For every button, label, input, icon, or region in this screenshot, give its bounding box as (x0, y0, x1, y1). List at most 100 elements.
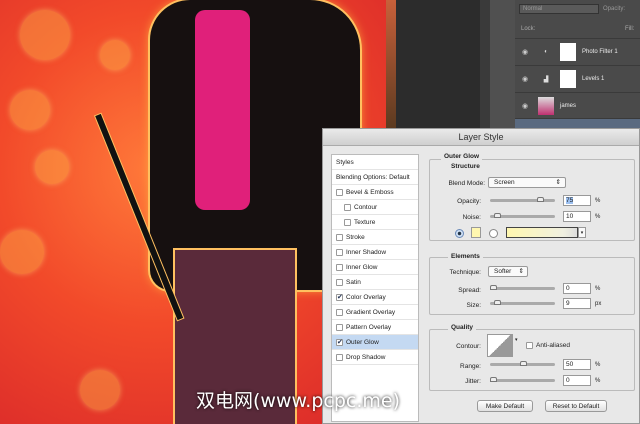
spread-slider[interactable] (490, 285, 555, 290)
glow-color-swatch[interactable] (471, 227, 481, 238)
reset-to-default-button[interactable]: Reset to Default (545, 400, 607, 412)
gradient-picker[interactable] (506, 227, 578, 238)
checkbox[interactable] (336, 353, 343, 361)
noise-label: Noise: (462, 214, 481, 221)
layer-thumbnail (538, 96, 554, 115)
style-label: Drop Shadow (346, 353, 386, 361)
style-item-gradient-overlay[interactable]: Gradient Overlay (332, 305, 418, 320)
bokeh-light (80, 370, 120, 410)
layer-mask-thumbnail (560, 70, 576, 88)
layer-name: Photo Filter 1 (582, 49, 618, 55)
style-label: Inner Glow (346, 263, 378, 271)
style-item-inner-shadow[interactable]: Inner Shadow (332, 245, 418, 260)
jitter-slider[interactable] (490, 377, 555, 382)
photo-filter-icon: ◐ (544, 49, 548, 55)
slider-thumb[interactable] (490, 285, 497, 290)
layer-blend-mode-select[interactable]: Normal (519, 4, 599, 14)
levels-icon: ▟ (543, 76, 549, 83)
percent-unit: % (595, 362, 601, 368)
slider-thumb[interactable] (520, 361, 527, 366)
panel-dock (490, 0, 515, 130)
checkbox-checked[interactable]: ✔ (336, 293, 343, 301)
opacity-value: 75 (566, 197, 574, 204)
style-item-satin[interactable]: Satin (332, 275, 418, 290)
checkbox[interactable] (336, 188, 343, 196)
style-item-pattern-overlay[interactable]: Pattern Overlay (332, 320, 418, 335)
style-item-stroke[interactable]: Stroke (332, 230, 418, 245)
checkbox[interactable] (336, 308, 343, 316)
opacity-input[interactable]: 75 (563, 195, 591, 206)
checkbox[interactable] (344, 203, 351, 211)
layer-row[interactable]: ◉ ◐ Photo Filter 1 (515, 38, 640, 65)
style-item-inner-glow[interactable]: Inner Glow (332, 260, 418, 275)
style-item-bevel-emboss[interactable]: Bevel & Emboss (332, 185, 418, 200)
eye-icon[interactable]: ◉ (515, 102, 535, 110)
elements-title: Elements (448, 253, 483, 260)
make-default-button[interactable]: Make Default (477, 400, 533, 412)
checkbox[interactable] (336, 233, 343, 241)
technique-label: Technique: (449, 269, 481, 276)
layer-row[interactable]: ◉ james (515, 92, 640, 118)
opacity-label: Opacity: (603, 6, 626, 12)
percent-unit: % (595, 286, 601, 292)
updown-icon: ⇕ (555, 179, 561, 186)
gradient-dropdown-icon[interactable]: ▾ (578, 227, 586, 238)
style-label: Outer Glow (346, 338, 379, 346)
style-item-contour[interactable]: Contour (332, 200, 418, 215)
blend-mode-label: Blend Mode: (448, 180, 486, 187)
style-label: Inner Shadow (346, 248, 387, 256)
range-label: Range: (460, 363, 481, 370)
slider-thumb[interactable] (494, 300, 501, 305)
style-item-styles[interactable]: Styles (332, 155, 418, 170)
panel-divider (480, 0, 490, 130)
px-unit: px (595, 301, 602, 307)
style-item-texture[interactable]: Texture (332, 215, 418, 230)
style-item-outer-glow[interactable]: ✔ Outer Glow (332, 335, 418, 350)
size-input[interactable]: 9 (563, 298, 591, 309)
fill-label: Fill: (625, 26, 635, 32)
style-label: Satin (346, 278, 361, 286)
canvas-edge (386, 0, 396, 130)
bokeh-light (20, 10, 70, 60)
eye-icon[interactable]: ◉ (515, 75, 535, 83)
checkbox[interactable] (344, 218, 351, 226)
styles-list: Styles Blending Options: Default Bevel &… (331, 154, 419, 422)
style-label: Contour (354, 203, 378, 211)
blend-mode-select[interactable]: Screen ⇕ (488, 177, 566, 188)
lock-label: Lock: (521, 26, 536, 32)
layer-name: james (560, 102, 577, 109)
noise-slider[interactable] (490, 213, 555, 218)
checkbox[interactable] (336, 323, 343, 331)
jitter-label: Jitter: (465, 378, 481, 385)
checkbox[interactable] (336, 278, 343, 286)
layer-row[interactable]: ◉ ▟ Levels 1 (515, 65, 640, 92)
technique-select[interactable]: Softer ⇕ (488, 266, 528, 277)
contour-picker[interactable] (487, 334, 513, 357)
slider-thumb[interactable] (490, 377, 497, 382)
noise-input[interactable]: 10 (563, 211, 591, 222)
gradient-radio[interactable] (489, 229, 498, 238)
opacity-label: Opacity: (457, 198, 481, 205)
style-item-blending-options[interactable]: Blending Options: Default (332, 170, 418, 185)
slider-thumb[interactable] (537, 197, 544, 202)
checkbox-checked[interactable]: ✔ (336, 338, 343, 346)
percent-unit: % (595, 214, 601, 220)
contour-dropdown-icon[interactable]: ▾ (515, 337, 518, 343)
slider-thumb[interactable] (494, 213, 501, 218)
color-radio-selected[interactable] (455, 229, 464, 238)
opacity-slider[interactable] (490, 197, 555, 202)
spread-input[interactable]: 0 (563, 283, 591, 294)
style-label: Bevel & Emboss (346, 188, 394, 196)
size-slider[interactable] (490, 300, 555, 305)
range-slider[interactable] (490, 361, 555, 366)
style-item-drop-shadow[interactable]: Drop Shadow (332, 350, 418, 365)
eye-icon[interactable]: ◉ (515, 48, 535, 56)
checkbox[interactable] (336, 248, 343, 256)
watermark: 双电网(www.pcpc.me) (196, 390, 400, 412)
jitter-input[interactable]: 0 (563, 375, 591, 386)
style-item-color-overlay[interactable]: ✔ Color Overlay (332, 290, 418, 305)
percent-unit: % (595, 198, 601, 204)
checkbox[interactable] (336, 263, 343, 271)
anti-aliased-checkbox[interactable] (526, 342, 533, 349)
range-input[interactable]: 50 (563, 359, 591, 370)
